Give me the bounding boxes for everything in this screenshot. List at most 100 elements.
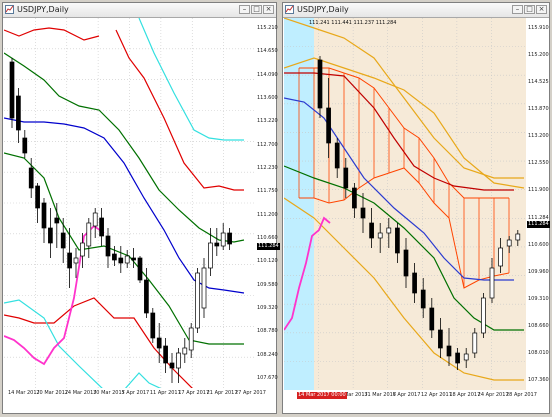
bollinger-lower-3 xyxy=(4,299,162,388)
time-axis-label: 11 Apr 2017 xyxy=(149,390,181,396)
price-axis: 115.210 114.650 114.090 113.600 113.220 112.7… xyxy=(255,18,278,388)
time-axis: 14 Mar 2017 20 Mar 2017 24 Mar 2017 30 Mar … xyxy=(4,389,266,399)
candle-body xyxy=(92,212,98,227)
time-axis-label: 31 Mar 2017 xyxy=(364,392,397,398)
time-axis-label: 6 Apr 2017 xyxy=(392,392,421,398)
price-axis-label: 111.200 xyxy=(257,211,278,218)
time-axis-label: 30 Mar 2017 xyxy=(93,390,125,396)
time-axis-label: 20 Mar 2017 xyxy=(36,390,69,396)
candle-body xyxy=(220,232,226,247)
price-axis-label: 114.650 xyxy=(257,48,278,55)
candle-body xyxy=(176,352,181,369)
price-axis-label: 115.910 xyxy=(528,25,549,31)
candle-body xyxy=(446,345,452,357)
price-axis-label: 114.525 xyxy=(528,79,549,86)
price-axis-label: 111.900 xyxy=(528,187,549,194)
chart-window-usdjpy-left[interactable]: USDJPY,Daily – □ × 115.210 114.650 114.090… xyxy=(2,2,280,414)
price-axis-label: 111.750 xyxy=(257,188,278,195)
candle-body xyxy=(214,242,220,247)
candle-body xyxy=(54,217,60,224)
candle-body xyxy=(163,345,168,364)
candle-body xyxy=(9,61,15,119)
price-axis-label: 110.120 xyxy=(257,258,278,265)
candle-body xyxy=(22,137,28,154)
candle-body xyxy=(35,185,40,209)
price-axis-label: 111.284 xyxy=(528,214,549,221)
time-axis-label: 24 Mar 2017 xyxy=(64,390,97,396)
candle-body xyxy=(16,95,21,131)
price-axis-label: 115.210 xyxy=(257,25,278,31)
candle-body xyxy=(99,217,104,237)
maximize-button[interactable]: □ xyxy=(524,5,535,14)
candle-body xyxy=(506,239,512,247)
candle-body xyxy=(112,253,117,261)
candle-body xyxy=(463,353,469,361)
time-axis-label: 12 Apr 2017 xyxy=(421,392,452,398)
price-axis-label: 114.090 xyxy=(257,71,278,78)
window-title: USDJPY,Daily xyxy=(17,5,69,14)
candle-body xyxy=(41,202,47,229)
price-axis-label: 112.700 xyxy=(257,141,278,148)
close-button[interactable]: × xyxy=(263,5,274,14)
candle-body xyxy=(227,232,232,245)
price-axis-label: 108.660 xyxy=(528,322,549,329)
candle-body xyxy=(150,312,156,339)
time-axis-label: 14 Mar 2017 xyxy=(8,390,40,396)
candle-body xyxy=(412,272,417,294)
candle-body xyxy=(498,247,503,267)
price-axis-label: 109.320 xyxy=(257,305,278,311)
candle-body xyxy=(395,227,400,254)
chart-window-icon xyxy=(285,5,294,14)
price-axis-label: 113.600 xyxy=(257,95,278,101)
price-axis-label: 113.220 xyxy=(257,118,278,125)
candle-body xyxy=(80,242,85,257)
chart-window-usdjpy-right[interactable]: USDJPY,Daily – □ × 111.241 111.441 111.2… xyxy=(282,2,550,414)
candle-body xyxy=(105,235,111,257)
moving-average xyxy=(4,117,245,294)
candle-body xyxy=(131,257,136,261)
time-axis-label: 5 Apr 2017 xyxy=(121,390,150,396)
candle-body xyxy=(472,332,478,354)
price-axis-label: 112.230 xyxy=(257,165,278,171)
candle-body xyxy=(429,307,435,331)
close-button[interactable]: × xyxy=(536,5,547,14)
bollinger-upper-3 xyxy=(138,18,244,141)
maximize-button[interactable]: □ xyxy=(251,5,262,14)
price-axis-label: 112.550 xyxy=(528,160,549,167)
candle-body xyxy=(124,255,130,264)
candle-body xyxy=(118,257,124,264)
chart-window-icon xyxy=(5,5,14,14)
price-chart-left[interactable] xyxy=(4,18,255,388)
price-axis-label: 108.780 xyxy=(257,328,278,335)
candle-body xyxy=(208,242,213,269)
bollinger-upper-1 xyxy=(4,52,245,243)
candle-body xyxy=(48,227,53,244)
time-axis-label: 21 Apr 2017 xyxy=(206,390,238,396)
time-axis-label: 17 Apr 2017 xyxy=(178,390,210,396)
current-price-tag: 111.284 xyxy=(527,221,550,228)
candle-body xyxy=(438,329,443,349)
candle-body xyxy=(377,232,383,239)
candle-body xyxy=(369,222,374,239)
window-titlebar[interactable]: USDJPY,Daily – □ × xyxy=(3,3,276,18)
price-axis-label: 108.010 xyxy=(528,349,549,356)
candle-body xyxy=(343,167,349,189)
candle-body xyxy=(195,272,200,329)
price-axis-label: 107.360 xyxy=(528,377,549,383)
time-axis-label: 24 Apr 2017 xyxy=(477,392,509,398)
candle-body xyxy=(67,252,72,269)
price-axis-label: 110.660 xyxy=(257,235,278,241)
price-chart-right[interactable] xyxy=(284,18,526,390)
bollinger-upper-2 xyxy=(4,27,100,41)
minimize-button[interactable]: – xyxy=(239,5,250,14)
candle-body xyxy=(86,222,92,247)
ohlc-info: 111.241 111.441 111.237 111.284 xyxy=(309,20,397,26)
minimize-button[interactable]: – xyxy=(512,5,523,14)
window-title: USDJPY,Daily xyxy=(297,5,349,14)
price-axis-label: 107.670 xyxy=(257,375,278,381)
price-axis-label: 113.870 xyxy=(528,106,549,113)
candle-body xyxy=(326,107,331,144)
window-titlebar[interactable]: USDJPY,Daily – □ × xyxy=(283,3,549,18)
time-axis-label: 27 Apr 2017 xyxy=(235,390,266,396)
candle-body xyxy=(144,279,149,314)
